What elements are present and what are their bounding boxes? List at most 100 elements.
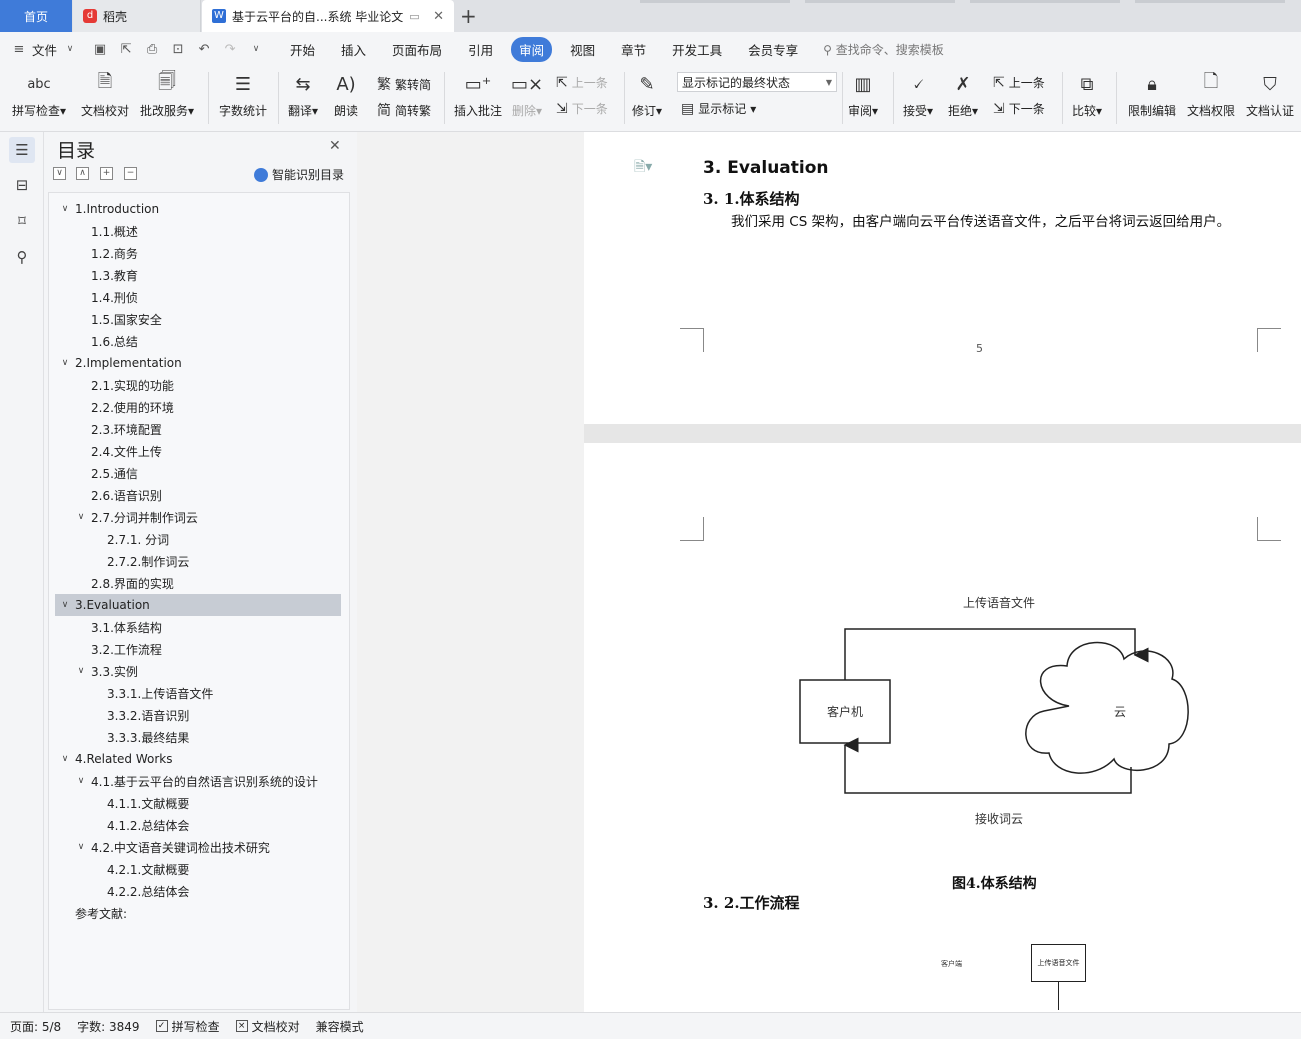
chevron-down-icon[interactable]: ∨ bbox=[75, 512, 87, 522]
add-heading-icon[interactable]: + bbox=[100, 167, 113, 180]
toc-icon[interactable]: ☰ bbox=[9, 137, 35, 163]
read-aloud-button[interactable]: A) 朗读 bbox=[333, 70, 359, 119]
chevron-down-icon[interactable]: ∨ bbox=[59, 754, 71, 764]
page-5[interactable]: 🗎▾ 3. Evaluation 3. 1.体系结构 我们采用 CS 架构，由客… bbox=[584, 132, 1301, 424]
more-icon[interactable]: ∨ bbox=[249, 42, 263, 56]
toc-item[interactable]: 参考文献: bbox=[75, 903, 127, 923]
delete-comment-button[interactable]: ▭× 删除▾ bbox=[511, 70, 543, 119]
menu-item-0[interactable]: 开始 bbox=[277, 40, 328, 59]
new-tab-plus-icon[interactable]: + bbox=[460, 4, 477, 28]
toc-item[interactable]: 2.4.文件上传 bbox=[91, 441, 162, 461]
tab-document[interactable]: W 基于云平台的自...系统 毕业论文 ▭ ✕ bbox=[202, 0, 454, 32]
toc-item[interactable]: 1.4.刑侦 bbox=[91, 287, 138, 307]
redo-icon[interactable]: ↷ bbox=[223, 42, 237, 57]
page-indicator[interactable]: 页面: 5/8 bbox=[10, 1018, 61, 1035]
doc-options-icon[interactable]: 🗎▾ bbox=[634, 156, 652, 180]
tab-home[interactable]: 首页 bbox=[0, 0, 72, 32]
file-menu[interactable]: 文件 bbox=[32, 40, 57, 59]
revise-service-button[interactable]: 🗐 批改服务▾ bbox=[140, 70, 194, 119]
track-changes-button[interactable]: ✎ 修订▾ bbox=[632, 70, 662, 119]
search-icon[interactable]: ⚲ bbox=[9, 244, 35, 270]
close-tab-icon[interactable]: ✕ bbox=[433, 9, 444, 24]
chevron-down-icon[interactable]: ∨ bbox=[75, 776, 87, 786]
toc-item[interactable]: 1.2.商务 bbox=[91, 243, 138, 263]
collapse-all-icon[interactable]: ∧ bbox=[76, 167, 89, 180]
toc-item[interactable]: 4.1.1.文献概要 bbox=[107, 793, 189, 813]
proofread-toggle[interactable]: × 文档校对 bbox=[235, 1018, 300, 1035]
compare-button[interactable]: ⧉ 比较▾ bbox=[1072, 70, 1102, 119]
print-icon[interactable]: ⎙ bbox=[145, 42, 159, 57]
prev-comment-button[interactable]: ⇱ 上一条 bbox=[556, 74, 608, 91]
menu-item-5[interactable]: 视图 bbox=[557, 40, 608, 59]
toc-item[interactable]: ∨ 3.3.实例 bbox=[75, 661, 138, 681]
next-change-button[interactable]: ⇲ 下一条 bbox=[993, 100, 1045, 117]
chevron-down-icon[interactable]: ∨ bbox=[75, 842, 87, 852]
smart-toc-button[interactable]: 智能识别目录 bbox=[254, 166, 344, 183]
trad-to-simp-button[interactable]: 繁繁转简 bbox=[377, 74, 431, 94]
toc-item[interactable]: 3.3.2.语音识别 bbox=[107, 705, 189, 725]
spellcheck-toggle[interactable]: ✓ 拼写检查 bbox=[155, 1018, 220, 1035]
export-icon[interactable]: ⇱ bbox=[119, 42, 133, 57]
toc-item[interactable]: ∨ 1.Introduction bbox=[59, 199, 159, 219]
toc-item[interactable]: 3.1.体系结构 bbox=[91, 617, 162, 637]
toc-item[interactable]: 1.5.国家安全 bbox=[91, 309, 162, 329]
chevron-down-icon[interactable]: ∨ bbox=[59, 358, 71, 368]
simp-to-trad-button[interactable]: 简简转繁 bbox=[377, 100, 431, 120]
word-count-button[interactable]: ☰ 字数统计 bbox=[219, 70, 267, 119]
toc-item[interactable]: 4.2.1.文献概要 bbox=[107, 859, 189, 879]
close-icon[interactable]: ✕ bbox=[329, 138, 341, 154]
restrict-edit-button[interactable]: 🔒︎ 限制编辑 bbox=[1128, 70, 1176, 119]
menu-item-4[interactable]: 审阅 bbox=[511, 36, 553, 62]
toc-item[interactable]: 1.3.教育 bbox=[91, 265, 138, 285]
toc-item[interactable]: 3.3.1.上传语音文件 bbox=[107, 683, 213, 703]
reject-button[interactable]: ✗ 拒绝▾ bbox=[948, 70, 978, 119]
hamburger-icon[interactable]: ≡ bbox=[12, 42, 26, 57]
chapter-nav-icon[interactable]: ⊟ bbox=[9, 172, 35, 198]
toc-item[interactable]: ∨ 2.7.分词并制作词云 bbox=[75, 507, 198, 527]
menu-item-7[interactable]: 开发工具 bbox=[659, 40, 735, 59]
menu-item-2[interactable]: 页面布局 bbox=[379, 40, 455, 59]
toc-item[interactable]: 2.8.界面的实现 bbox=[91, 573, 174, 593]
toc-item[interactable]: ∨ 2.Implementation bbox=[59, 353, 182, 373]
toc-item[interactable]: 3.3.3.最终结果 bbox=[107, 727, 189, 747]
undo-icon[interactable]: ↶ bbox=[197, 42, 211, 57]
print-preview-icon[interactable]: ⊡ bbox=[171, 42, 185, 57]
review-pane-button[interactable]: ▥ 审阅▾ bbox=[848, 70, 878, 119]
insert-comment-button[interactable]: ▭⁺ 插入批注 bbox=[454, 70, 502, 119]
doc-permission-button[interactable]: 🗋 文档权限 bbox=[1187, 70, 1235, 119]
toc-item[interactable]: 2.1.实现的功能 bbox=[91, 375, 174, 395]
chevron-down-icon[interactable]: ∨ bbox=[63, 42, 77, 56]
toc-item[interactable]: ∨ 4.1.基于云平台的自然语言识别系统的设计 bbox=[75, 771, 318, 791]
chevron-down-icon[interactable]: ∨ bbox=[59, 204, 71, 214]
toc-item[interactable]: 3.2.工作流程 bbox=[91, 639, 162, 659]
toc-item[interactable]: 2.2.使用的环境 bbox=[91, 397, 174, 417]
document-area[interactable]: 🗎▾ 3. Evaluation 3. 1.体系结构 我们采用 CS 架构，由客… bbox=[357, 132, 1301, 1012]
accept-button[interactable]: 🗸 接受▾ bbox=[903, 70, 933, 119]
toc-item[interactable]: 2.5.通信 bbox=[91, 463, 138, 483]
expand-all-icon[interactable]: ∨ bbox=[53, 167, 66, 180]
page-6[interactable]: 上传语音文件 客户机 云 接收词云 图4.体系结构 3. 2.工作流程 客户端 … bbox=[584, 443, 1301, 1012]
toc-item[interactable]: 2.3.环境配置 bbox=[91, 419, 162, 439]
chevron-down-icon[interactable]: ∨ bbox=[59, 600, 71, 610]
toc-item[interactable]: 2.6.语音识别 bbox=[91, 485, 162, 505]
next-comment-button[interactable]: ⇲ 下一条 bbox=[556, 100, 608, 117]
spellcheck-button[interactable]: abc 拼写检查▾ bbox=[12, 70, 66, 119]
tab-daoke[interactable]: d 稻壳 bbox=[73, 0, 201, 32]
search-command[interactable]: ⚲ 查找命令、搜索模板 bbox=[823, 41, 944, 58]
remove-heading-icon[interactable]: − bbox=[124, 167, 137, 180]
monitor-icon[interactable]: ▭ bbox=[409, 10, 419, 23]
toc-item[interactable]: 1.1.概述 bbox=[91, 221, 138, 241]
markup-state-select[interactable]: 显示标记的最终状态 ▼ bbox=[677, 72, 837, 92]
menu-item-8[interactable]: 会员专享 bbox=[735, 40, 811, 59]
chevron-down-icon[interactable]: ∨ bbox=[75, 666, 87, 676]
doc-check-button[interactable]: 🗎 文档校对 bbox=[81, 70, 129, 119]
translate-button[interactable]: ⇆ 翻译▾ bbox=[288, 70, 318, 119]
toc-item[interactable]: 4.2.2.总结体会 bbox=[107, 881, 189, 901]
menu-item-1[interactable]: 插入 bbox=[328, 40, 379, 59]
bookmark-icon[interactable]: ⌑ bbox=[9, 208, 35, 234]
toc-item[interactable]: 4.1.2.总结体会 bbox=[107, 815, 189, 835]
save-icon[interactable]: ▣ bbox=[93, 42, 107, 57]
prev-change-button[interactable]: ⇱ 上一条 bbox=[993, 74, 1045, 91]
menu-item-3[interactable]: 引用 bbox=[455, 40, 506, 59]
show-markup-button[interactable]: ▤ 显示标记 ▾ bbox=[681, 100, 756, 117]
